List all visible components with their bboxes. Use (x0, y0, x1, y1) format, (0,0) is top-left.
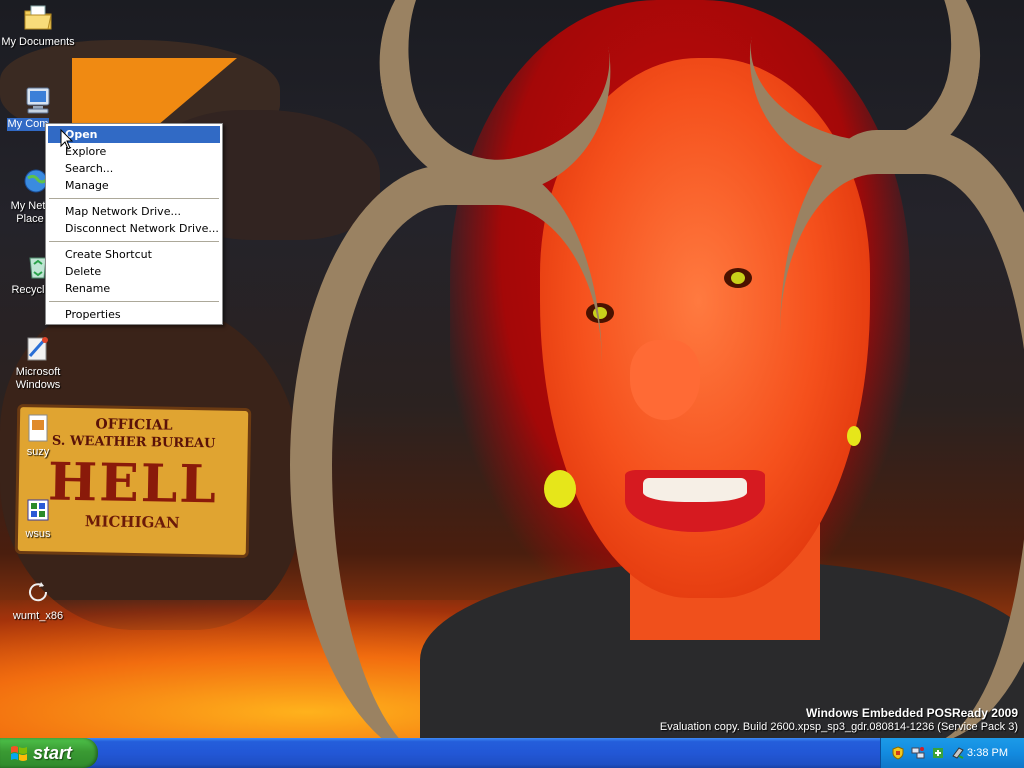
menu-item-create-shortcut[interactable]: Create Shortcut (48, 246, 220, 263)
desktop[interactable]: OFFICIAL S. WEATHER BUREAU HELL MICHIGAN… (0, 0, 1024, 738)
desktop-icon-microsoft-windows[interactable]: Microsoft Windows (0, 332, 76, 392)
network-icon[interactable] (911, 746, 925, 760)
update-circle-icon (29, 582, 48, 602)
icon-label: wumt_x86 (12, 610, 64, 622)
icon-label: suzy (26, 446, 50, 458)
product-watermark: Windows Embedded POSReady 2009 (806, 706, 1018, 720)
desktop-icon-wumt-x86[interactable]: wumt_x86 (0, 576, 76, 623)
icon-label: Recycl (11, 284, 45, 296)
wsus-package-icon (27, 499, 49, 521)
menu-item-map-network-drive[interactable]: Map Network Drive... (48, 203, 220, 220)
taskbar-clock[interactable]: 3:38 PM (967, 738, 1008, 768)
menu-item-disconnect-network-drive[interactable]: Disconnect Network Drive... (48, 220, 220, 237)
menu-separator (49, 301, 219, 302)
nose (630, 340, 700, 420)
desktop-icon-wsus[interactable]: wsus (0, 494, 76, 541)
media-file-icon (28, 414, 48, 442)
menu-item-rename[interactable]: Rename (48, 280, 220, 297)
taskbar: start 3:38 PM (0, 738, 1024, 768)
security-shield-icon[interactable] (891, 746, 905, 760)
icon-label: My Com (6, 118, 50, 131)
icon-label-line2: Place (16, 213, 44, 225)
icon-label: Microsoft (15, 366, 61, 378)
menu-separator (49, 241, 219, 242)
menu-item-manage[interactable]: Manage (48, 177, 220, 194)
icon-label: My Net (10, 200, 46, 212)
desktop-icon-suzy[interactable]: suzy (0, 412, 76, 459)
menu-item-delete[interactable]: Delete (48, 263, 220, 280)
start-label: start (33, 743, 73, 763)
icon-label-line2: Windows (15, 379, 61, 391)
right-horn-lower (780, 130, 1024, 738)
system-tray: 3:38 PM (880, 738, 1024, 768)
build-watermark: Evaluation copy. Build 2600.xpsp_sp3_gdr… (659, 721, 1018, 733)
context-menu[interactable]: Open Explore Search... Manage Map Networ… (45, 123, 223, 325)
windows-setup-icon (27, 337, 48, 361)
icon-label: wsus (25, 528, 51, 540)
right-eye (724, 268, 752, 288)
windows-flag-icon (11, 746, 27, 761)
update-icon[interactable] (931, 746, 945, 760)
mouse-pointer-icon (60, 129, 74, 150)
left-horn-lower (290, 165, 602, 738)
folder-documents-icon (24, 5, 52, 30)
icon-label: My Documents (1, 36, 75, 48)
safely-remove-icon[interactable] (951, 746, 965, 760)
menu-item-search[interactable]: Search... (48, 160, 220, 177)
menu-separator (49, 198, 219, 199)
start-button[interactable]: start (0, 738, 98, 768)
menu-item-properties[interactable]: Properties (48, 306, 220, 323)
grinning-mouth (625, 470, 765, 532)
computer-icon (26, 87, 50, 114)
desktop-icon-my-documents[interactable]: My Documents (0, 2, 76, 49)
devil-portrait (290, 0, 1024, 738)
